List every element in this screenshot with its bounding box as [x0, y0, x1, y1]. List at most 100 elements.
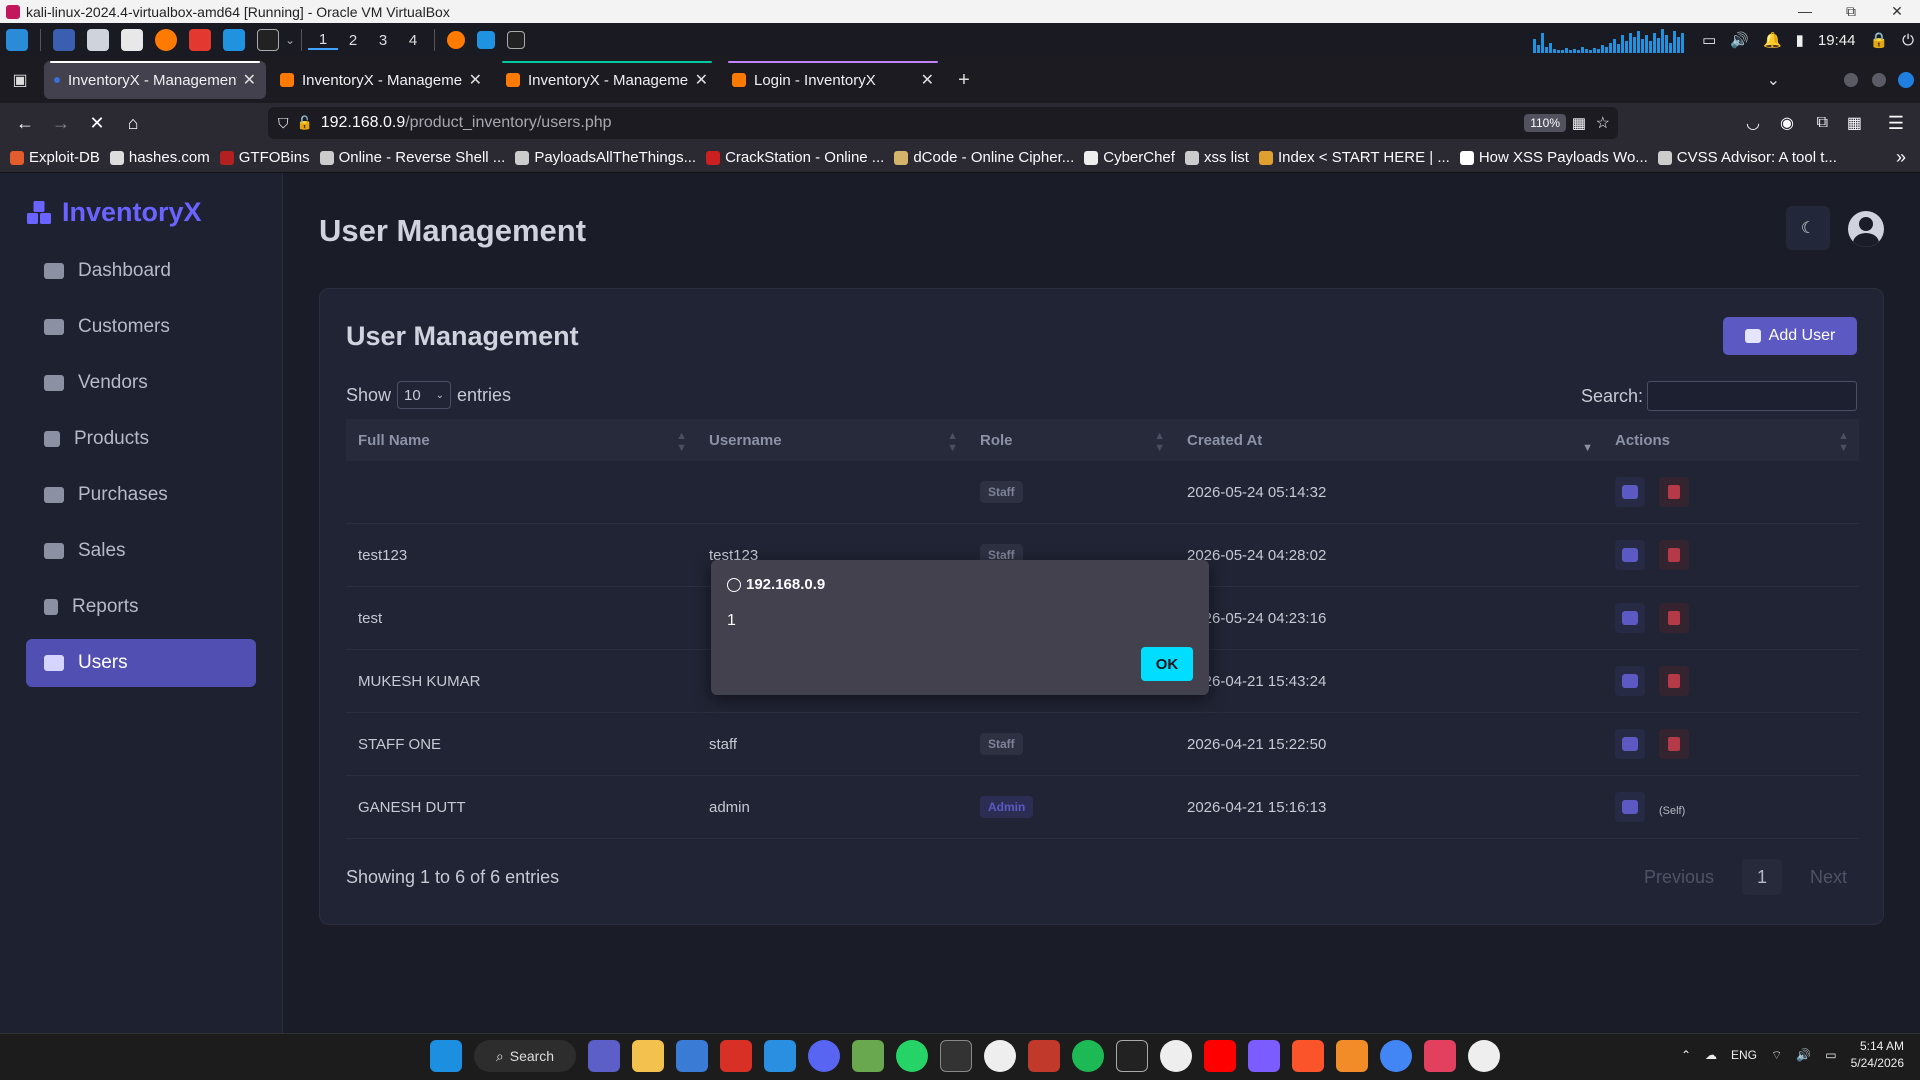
whatsapp-icon[interactable] [896, 1040, 928, 1072]
bookmark-item[interactable]: xss list [1184, 149, 1249, 166]
column-actions[interactable]: Actions ▲ ▼ [1603, 430, 1859, 454]
bookmark-item[interactable]: GTFOBins [219, 149, 310, 166]
back-icon[interactable]: ← [10, 113, 40, 134]
burp-window-icon[interactable] [477, 31, 496, 49]
entries-select[interactable]: 10 ⌄ [397, 381, 452, 409]
next-page-button[interactable]: Next [1810, 867, 1847, 888]
windows-start-icon[interactable] [430, 1040, 462, 1072]
firefox-window-icon[interactable] [447, 31, 466, 49]
tab-overview-icon[interactable]: ▣ [0, 70, 40, 90]
vscode-icon[interactable] [764, 1040, 796, 1072]
hackerrank-icon[interactable] [1028, 1040, 1060, 1072]
delete-user-button[interactable] [1659, 540, 1689, 570]
battery-icon[interactable]: ▭ [1825, 1048, 1836, 1062]
browser-tab[interactable]: Login - InventoryX ✕ [722, 61, 944, 99]
display-icon[interactable]: ▭ [1702, 31, 1716, 49]
menu-icon[interactable]: ☰ [1888, 113, 1904, 134]
bookmark-item[interactable]: CyberChef [1084, 149, 1175, 166]
brave-icon[interactable] [1292, 1040, 1324, 1072]
restore-button[interactable]: ⧉ [1828, 0, 1874, 23]
theme-toggle-button[interactable]: ☾ [1786, 206, 1830, 250]
close-browser-button[interactable] [1898, 72, 1914, 88]
user-avatar-icon[interactable] [1848, 211, 1884, 247]
lock-icon[interactable]: 🔒 [1869, 31, 1888, 49]
workspace-4[interactable]: 4 [398, 32, 428, 49]
sidebar-item-purchases[interactable]: Purchases [26, 471, 256, 519]
apps-icon[interactable]: ▦ [1847, 113, 1862, 133]
edit-user-button[interactable] [1615, 540, 1645, 570]
delete-user-button[interactable] [1659, 477, 1689, 507]
bookmark-item[interactable]: CVSS Advisor: A tool t... [1657, 149, 1837, 166]
chatgpt-icon[interactable] [984, 1040, 1016, 1072]
extensions-icon[interactable]: ⧉ [1817, 114, 1828, 132]
chess-icon[interactable] [852, 1040, 884, 1072]
wifi-icon[interactable]: ⌔ [1771, 1048, 1782, 1063]
bookmark-item[interactable]: hashes.com [109, 149, 210, 166]
notification-icon[interactable]: 🔔 [1763, 31, 1782, 49]
firefox-icon[interactable] [155, 29, 177, 51]
browser-tab[interactable]: InventoryX - Management ✕ [496, 61, 718, 99]
burp-icon[interactable] [223, 29, 245, 51]
sidebar-item-dashboard[interactable]: Dashboard [26, 247, 256, 295]
bookmark-item[interactable]: How XSS Payloads Wo... [1459, 149, 1648, 166]
workspace-2[interactable]: 2 [338, 32, 368, 49]
column-username[interactable]: Username ▲ ▼ [697, 430, 968, 454]
chrome-icon[interactable] [1380, 1040, 1412, 1072]
desktop-icon[interactable] [53, 29, 75, 51]
close-tab-icon[interactable]: ✕ [469, 70, 482, 90]
terminal-icon[interactable] [940, 1040, 972, 1072]
taskbar-clock[interactable]: 5:14 AM 5/24/2026 [1851, 1038, 1904, 1072]
terminal-icon[interactable] [257, 29, 279, 51]
close-tab-icon[interactable]: ✕ [921, 70, 934, 90]
alert-ok-button[interactable]: OK [1141, 647, 1193, 681]
close-tab-icon[interactable]: ✕ [695, 70, 708, 90]
browser-tab[interactable]: InventoryX - Management ✕ [270, 61, 492, 99]
teams-icon[interactable] [588, 1040, 620, 1072]
workspace-3[interactable]: 3 [368, 32, 398, 49]
file-explorer-icon[interactable] [632, 1040, 664, 1072]
minimize-browser-button[interactable] [1844, 73, 1858, 87]
volume-icon[interactable]: 🔊 [1796, 1048, 1811, 1062]
bookmark-item[interactable]: CrackStation - Online ... [706, 149, 884, 166]
battery-icon[interactable]: ▮ [1796, 31, 1804, 49]
burp-suite-icon[interactable] [1336, 1040, 1368, 1072]
workspace-1[interactable]: 1 [308, 31, 339, 50]
stop-loading-icon[interactable]: ✕ [82, 113, 112, 134]
home-icon[interactable]: ⌂ [118, 113, 148, 134]
account-icon[interactable]: ◉ [1780, 113, 1794, 133]
bookmark-item[interactable]: Exploit-DB [10, 149, 100, 166]
bookmark-item[interactable]: PayloadsAllTheThings... [515, 149, 696, 166]
volume-icon[interactable]: 🔊 [1730, 31, 1749, 49]
page-button[interactable]: 1 [1741, 859, 1782, 895]
bookmark-item[interactable]: Online - Reverse Shell ... [319, 149, 505, 166]
bookmarks-overflow-icon[interactable]: » [1896, 147, 1906, 168]
column-role[interactable]: Role ▲ ▼ [968, 430, 1175, 454]
add-user-button[interactable]: Add User [1723, 317, 1857, 355]
kali-menu-icon[interactable] [6, 29, 28, 51]
discord-icon[interactable] [808, 1040, 840, 1072]
new-tab-button[interactable]: + [944, 69, 984, 92]
power-icon[interactable]: ⏻ [1902, 32, 1914, 49]
lock-icon[interactable]: 🔓 [297, 115, 313, 131]
url-bar[interactable]: ⛉ 🔓 192.168.0.9/product_inventory/users.… [268, 107, 1618, 139]
chevron-up-icon[interactable]: ⌃ [1681, 1048, 1691, 1062]
edit-user-button[interactable] [1615, 792, 1645, 822]
zoom-level[interactable]: 110% [1524, 114, 1566, 132]
edit-user-button[interactable] [1615, 729, 1645, 759]
sidebar-item-products[interactable]: Products [26, 415, 256, 463]
cloud-icon[interactable]: ☁ [1705, 1048, 1717, 1062]
close-window-button[interactable]: ✕ [1874, 0, 1920, 23]
sidebar-item-sales[interactable]: Sales [26, 527, 256, 575]
sidebar-item-reports[interactable]: Reports [26, 583, 256, 631]
github-icon[interactable] [1160, 1040, 1192, 1072]
previous-page-button[interactable]: Previous [1644, 867, 1714, 888]
text-editor-icon[interactable] [121, 29, 143, 51]
brand[interactable]: InventoryX [26, 197, 202, 228]
column-full-name[interactable]: Full Name ▲ ▼ [346, 430, 697, 454]
openai-icon[interactable] [1468, 1040, 1500, 1072]
delete-user-button[interactable] [1659, 603, 1689, 633]
spotify-icon[interactable] [1072, 1040, 1104, 1072]
delete-user-button[interactable] [1659, 729, 1689, 759]
sidebar-item-users[interactable]: Users [26, 639, 256, 687]
edit-user-button[interactable] [1615, 603, 1645, 633]
